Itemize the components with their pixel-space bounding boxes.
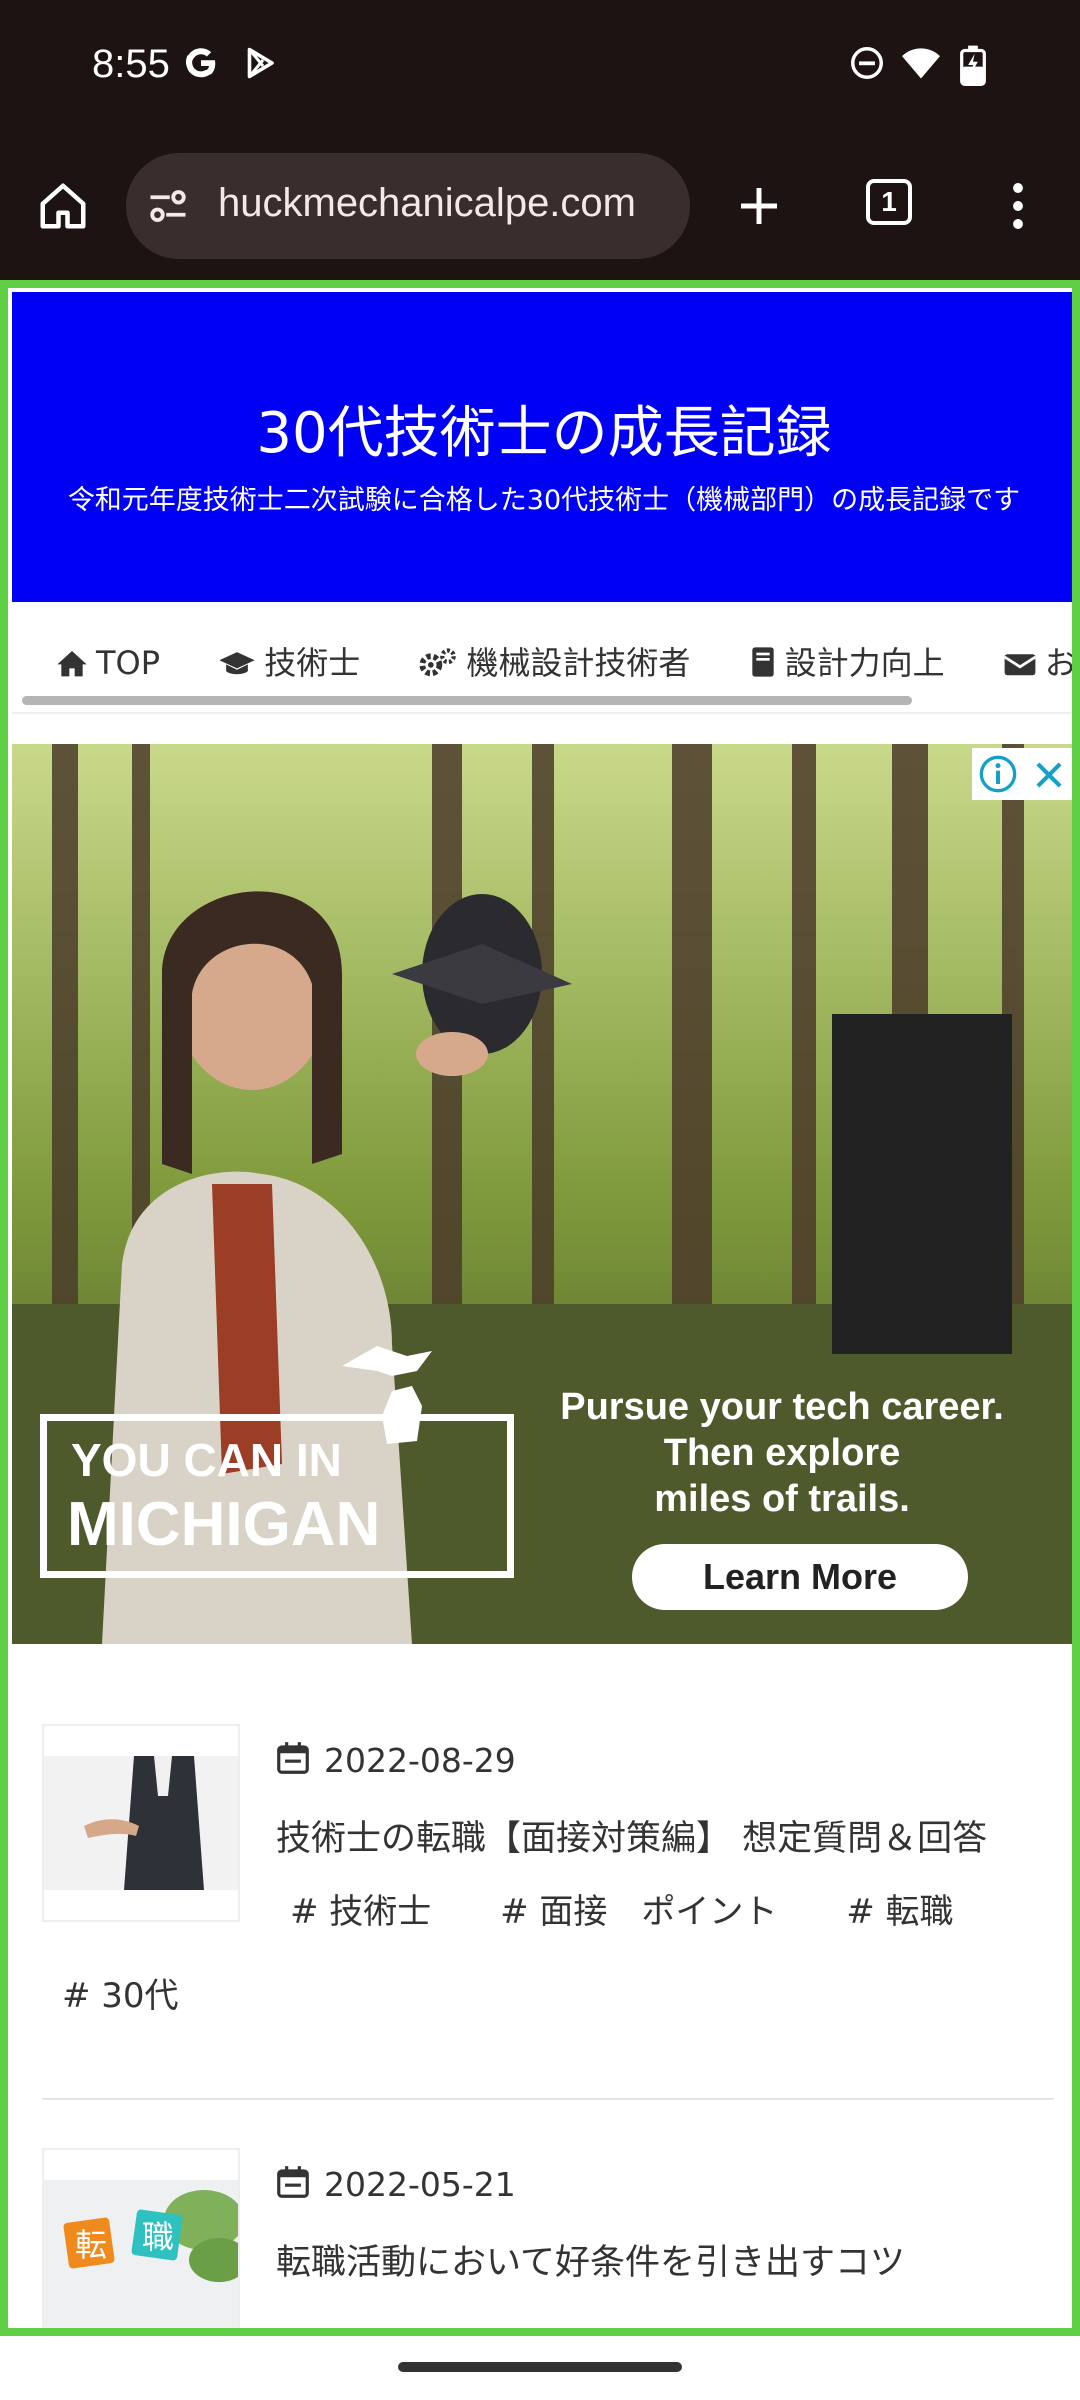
web-content: 30代技術士の成長記録 令和元年度技術士二次試験に合格した30代技術士（機械部門… — [0, 280, 1080, 2336]
site-settings-icon[interactable] — [146, 185, 190, 227]
nav-label: 機械設計技術者 — [466, 644, 691, 682]
site-title[interactable]: 30代技術士の成長記録 — [12, 388, 1072, 469]
book-icon — [751, 647, 774, 677]
ad-copy: Pursue your tech career. Then explore mi… — [512, 1384, 1052, 1522]
gesture-bar — [0, 2336, 1080, 2400]
ad-banner[interactable]: YOU CAN IN MICHIGAN Pursue your tech car… — [12, 744, 1072, 1644]
post-title[interactable]: 転職活動において好条件を引き出すコツ — [276, 2234, 905, 2285]
do-not-disturb-icon — [851, 47, 883, 79]
nav-item-design-skill[interactable]: 設計力向上 — [749, 638, 945, 684]
tag-link[interactable]: # 転職 — [846, 1884, 953, 1933]
post-divider — [42, 2098, 1054, 2100]
global-nav: TOP 技術士 機械設計技術者 設計力向上 お問い — [12, 602, 1072, 712]
nav-scrollbar[interactable] — [22, 696, 912, 705]
home-icon[interactable] — [36, 179, 90, 233]
battery-charging-icon — [960, 45, 986, 86]
nav-item-top[interactable]: TOP — [56, 644, 160, 682]
ad-copy-line: miles of trails. — [654, 1478, 910, 1520]
post-card[interactable]: 2022-08-29 技術士の転職【面接対策編】 想定質問＆回答 # 技術士 #… — [42, 1724, 1054, 2044]
post-date: 2022-05-21 — [274, 2162, 516, 2204]
thumb-char: 転 — [75, 2226, 107, 2264]
thumbnail-image: 転 職 — [44, 2150, 238, 2328]
post-thumbnail[interactable]: 転 職 — [42, 2148, 240, 2328]
ad-copy-line: Pursue your tech career. — [560, 1386, 1004, 1428]
post-thumbnail[interactable] — [42, 1724, 240, 1922]
address-bar[interactable]: huckmechanicalpe.com — [126, 153, 690, 259]
thumbnail-image — [44, 1726, 238, 1920]
nav-label: 設計力向上 — [784, 644, 945, 682]
ad-choices[interactable] — [972, 748, 1072, 800]
play-store-icon — [247, 47, 274, 79]
post-title[interactable]: 技術士の転職【面接対策編】 想定質問＆回答 — [276, 1810, 987, 1861]
tag-link[interactable]: # 技術士 — [290, 1884, 431, 1933]
ad-copy-line: Then explore — [663, 1432, 901, 1474]
nav-label: お問い — [1044, 644, 1077, 682]
google-icon — [185, 48, 216, 78]
info-icon[interactable] — [978, 754, 1018, 794]
gears-icon — [419, 648, 457, 677]
post-date: 2022-08-29 — [274, 1738, 516, 1780]
nav-item-engineer[interactable]: 技術士 — [218, 638, 360, 684]
new-tab-icon[interactable] — [732, 179, 786, 233]
calendar-icon — [277, 2166, 309, 2198]
ad-badge-line2: MICHIGAN — [67, 1490, 381, 1559]
menu-icon[interactable] — [1000, 179, 1036, 233]
ad-badge: YOU CAN IN MICHIGAN — [40, 1414, 514, 1578]
close-icon[interactable] — [1030, 756, 1068, 794]
site-subtitle: 令和元年度技術士二次試験に合格した30代技術士（機械部門）の成長記録です — [67, 485, 1021, 516]
home-handle[interactable] — [398, 2362, 682, 2372]
tag-link[interactable]: # 面接 ポイント — [500, 1884, 777, 1933]
post-card[interactable]: 転 職 2022-05-21 転職活動において好条件を引き出すコツ — [42, 2148, 1054, 2328]
nav-label: 技術士 — [264, 644, 361, 682]
browser-toolbar: huckmechanicalpe.com 1 — [0, 135, 1080, 280]
ad-badge-line1: YOU CAN IN — [71, 1434, 342, 1486]
nav-item-mech-design[interactable]: 機械設計技術者 — [418, 638, 690, 684]
calendar-icon — [277, 1742, 309, 1774]
post-tags: # 技術士 # 面接 ポイント # 転職 — [290, 1884, 1012, 1933]
status-bar: 8:55 — [0, 0, 1080, 135]
home-icon — [57, 651, 87, 677]
envelope-icon — [1003, 654, 1036, 676]
post-date-text: 2022-05-21 — [324, 2165, 516, 2204]
nav-label: TOP — [96, 644, 161, 682]
wifi-icon — [902, 48, 940, 79]
nav-divider — [12, 712, 1072, 714]
nav-item-contact[interactable]: お問い — [1003, 638, 1077, 684]
tab-count: 1 — [881, 186, 897, 217]
tag-link[interactable]: # 30代 — [62, 1968, 179, 2017]
post-date-text: 2022-08-29 — [324, 1741, 516, 1780]
ad-learn-more-button[interactable]: Learn More — [632, 1544, 968, 1610]
site-header: 30代技術士の成長記録 令和元年度技術士二次試験に合格した30代技術士（機械部門… — [12, 292, 1072, 602]
status-time: 8:55 — [92, 42, 170, 86]
tab-switcher-icon[interactable]: 1 — [866, 179, 912, 225]
url-text[interactable]: huckmechanicalpe.com — [218, 181, 678, 226]
graduation-cap-icon — [219, 652, 255, 675]
thumb-char: 職 — [142, 2218, 174, 2256]
